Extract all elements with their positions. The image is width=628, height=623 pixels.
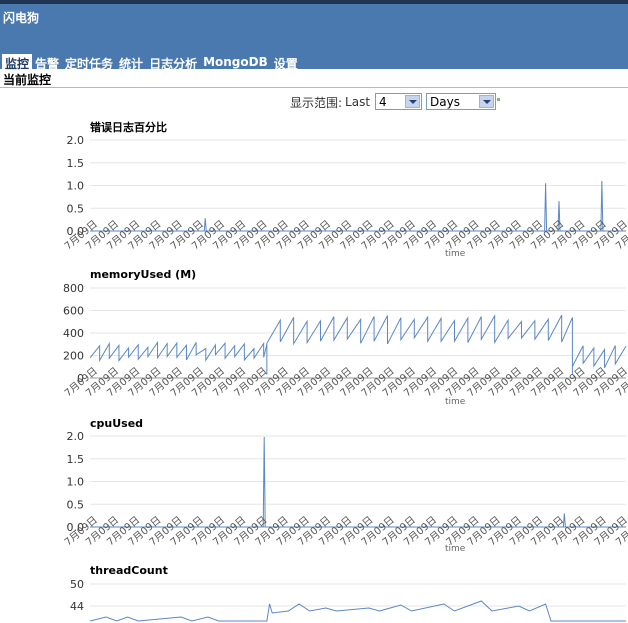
y-tick-label: 2.0 — [67, 134, 85, 147]
y-tick-label: 2.0 — [67, 430, 85, 443]
y-tick-label: 1.0 — [67, 180, 85, 193]
y-tick-label: 0.5 — [67, 202, 85, 215]
series-line — [89, 314, 627, 375]
y-tick-label: 800 — [63, 282, 84, 295]
y-tick-label: 1.5 — [67, 453, 85, 466]
series-line — [89, 600, 626, 622]
y-tick-label: 50 — [70, 578, 84, 591]
y-tick-label: 400 — [63, 327, 84, 340]
chart-title: cpuUsed — [90, 417, 143, 430]
x-axis-label: time — [445, 249, 466, 259]
x-axis-label: time — [445, 397, 466, 407]
chart-title: threadCount — [90, 564, 168, 577]
charts-area: 错误日志百分比2.01.51.00.50.07月09日7月09日7月09日7月0… — [62, 120, 628, 622]
series-line — [90, 180, 626, 232]
chart-title: 错误日志百分比 — [90, 120, 167, 134]
chart-title: memoryUsed (M) — [90, 268, 196, 281]
y-tick-label: 44 — [70, 600, 84, 613]
y-tick-label: 1.0 — [67, 476, 85, 489]
y-tick-label: 1.5 — [67, 157, 85, 170]
x-axis-label: time — [445, 544, 466, 554]
y-tick-label: 600 — [63, 305, 84, 318]
y-tick-label: 200 — [63, 350, 84, 363]
y-tick-label: 0.5 — [67, 498, 85, 511]
